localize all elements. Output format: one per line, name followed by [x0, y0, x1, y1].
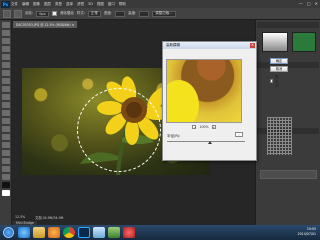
- blur-tool-icon[interactable]: [1, 118, 10, 124]
- radius-slider-thumb[interactable]: [207, 141, 212, 144]
- preview-zoom-controls: − 100% +: [166, 124, 242, 129]
- player-taskbar-icon[interactable]: [123, 227, 135, 238]
- style-label: 样式:: [76, 11, 85, 15]
- menu-view[interactable]: 视图: [97, 2, 104, 7]
- explorer-folder-icon[interactable]: [33, 227, 45, 238]
- layer-row[interactable]: [260, 170, 317, 179]
- foreground-color-swatch[interactable]: [1, 182, 10, 188]
- width-label: 宽度:: [103, 11, 113, 15]
- dialog-title: 高斯模糊: [163, 42, 256, 49]
- height-label: 高度:: [128, 11, 137, 15]
- refine-edge-button[interactable]: 调整边缘...: [152, 10, 176, 17]
- tools-panel: [0, 20, 12, 225]
- elliptical-marquee-tool-icon[interactable]: [3, 9, 11, 18]
- menu-3d[interactable]: 3D: [88, 2, 93, 6]
- style-select[interactable]: 正常: [87, 10, 101, 17]
- document-tab[interactable]: DSC05353.JPG @ 12.5% (RGB/8#) ×: [13, 21, 78, 28]
- window-controls: — □ ✕: [299, 1, 318, 6]
- menu-bar: Ps 文件 编辑 图像 图层 类型 选择 滤镜 3D 视图 窗口 帮助 — □ …: [0, 0, 320, 8]
- background-color-swatch[interactable]: [1, 190, 10, 196]
- radius-slider-track[interactable]: [167, 141, 245, 142]
- blur-preview-image[interactable]: [166, 59, 242, 123]
- move-tool-icon[interactable]: [1, 22, 10, 28]
- pen-tool-icon[interactable]: [1, 134, 10, 140]
- shape-tool-icon[interactable]: [1, 158, 10, 164]
- antialias-checkbox[interactable]: [51, 11, 57, 16]
- photo-viewer-icon[interactable]: [108, 227, 120, 238]
- menu-select[interactable]: 选择: [66, 2, 73, 7]
- color-picker-ramp[interactable]: [262, 32, 288, 52]
- system-clock[interactable]: 19:05 2014/07/01: [298, 227, 316, 237]
- maximize-button[interactable]: □: [307, 1, 311, 6]
- windows-taskbar: 19:05 2014/07/01: [0, 225, 320, 240]
- preview-zoom-value: 100%: [199, 124, 209, 129]
- preview-checkbox[interactable]: [270, 79, 273, 83]
- dodge-tool-icon[interactable]: [1, 126, 10, 132]
- lasso-tool-icon[interactable]: [1, 38, 10, 44]
- healing-tool-icon[interactable]: [1, 70, 10, 76]
- clock-date: 2014/07/01: [297, 232, 316, 236]
- marquee-tool-icon[interactable]: [1, 30, 10, 36]
- close-window-button[interactable]: ✕: [315, 1, 318, 6]
- brush-tool-icon[interactable]: [1, 78, 10, 84]
- antialias-label: 消除锯齿: [59, 11, 74, 15]
- width-input[interactable]: [115, 10, 126, 17]
- radius-label: 半径(R):: [167, 134, 181, 138]
- document-size: 文档:34.9M/34.9M: [35, 215, 64, 220]
- quick-select-tool-icon[interactable]: [1, 46, 10, 52]
- ie-browser-icon[interactable]: [18, 227, 30, 238]
- history-brush-tool-icon[interactable]: [1, 94, 10, 100]
- photoshop-taskbar-icon[interactable]: [78, 227, 90, 238]
- zoom-out-button[interactable]: −: [192, 124, 197, 129]
- menu-type[interactable]: 类型: [55, 2, 62, 7]
- zoom-in-button[interactable]: +: [211, 124, 216, 129]
- radius-input[interactable]: 8: [235, 132, 243, 137]
- height-input[interactable]: [139, 10, 150, 17]
- ok-button[interactable]: 确定: [270, 58, 288, 64]
- cancel-button[interactable]: 取消: [270, 66, 288, 72]
- color-panel-header[interactable]: [257, 22, 319, 28]
- chrome-browser-icon[interactable]: [63, 227, 75, 238]
- photoshop-logo: Ps: [1, 0, 10, 8]
- preview-checkbox-label: 预览(P): [275, 75, 280, 88]
- path-select-tool-icon[interactable]: [1, 150, 10, 156]
- hand-tool-icon[interactable]: [1, 166, 10, 172]
- zoom-level[interactable]: 12.5%: [15, 215, 25, 219]
- adjustments-panel-header[interactable]: [257, 62, 319, 68]
- feather-input[interactable]: 0px: [36, 10, 49, 17]
- options-bar: 羽化: 0px 消除锯齿 样式: 正常 宽度: 高度: 调整边缘...: [0, 8, 320, 20]
- menu-file[interactable]: 文件: [11, 2, 18, 7]
- new-selection-icon[interactable]: [14, 9, 22, 18]
- preview-option: 预览(P): [270, 74, 280, 88]
- swatches-panel[interactable]: [292, 32, 316, 52]
- app-taskbar-icon[interactable]: [93, 227, 105, 238]
- zoom-tool-icon[interactable]: [1, 174, 10, 180]
- type-tool-icon[interactable]: [1, 142, 10, 148]
- menu-image[interactable]: 图像: [33, 2, 40, 7]
- eyedropper-tool-icon[interactable]: [1, 62, 10, 68]
- feather-label: 羽化:: [25, 11, 34, 15]
- gradient-tool-icon[interactable]: [1, 110, 10, 116]
- start-button[interactable]: [3, 227, 14, 238]
- menu-edit[interactable]: 编辑: [22, 2, 29, 7]
- menu-help[interactable]: 帮助: [119, 2, 126, 7]
- grid-preview: [267, 117, 292, 155]
- menu-filter[interactable]: 滤镜: [77, 2, 84, 7]
- dialog-close-button[interactable]: ✕: [250, 43, 255, 48]
- clone-stamp-tool-icon[interactable]: [1, 86, 10, 92]
- menu-layer[interactable]: 图层: [44, 2, 51, 7]
- media-player-icon[interactable]: [48, 227, 60, 238]
- minimize-button[interactable]: —: [299, 1, 303, 6]
- menu-window[interactable]: 窗口: [108, 2, 115, 7]
- gaussian-blur-dialog: 高斯模糊 ✕ − 100% + 半径(R): 8 确定 取消 预览(P): [162, 41, 292, 161]
- eraser-tool-icon[interactable]: [1, 102, 10, 108]
- crop-tool-icon[interactable]: [1, 54, 10, 60]
- elliptical-selection[interactable]: [77, 88, 161, 172]
